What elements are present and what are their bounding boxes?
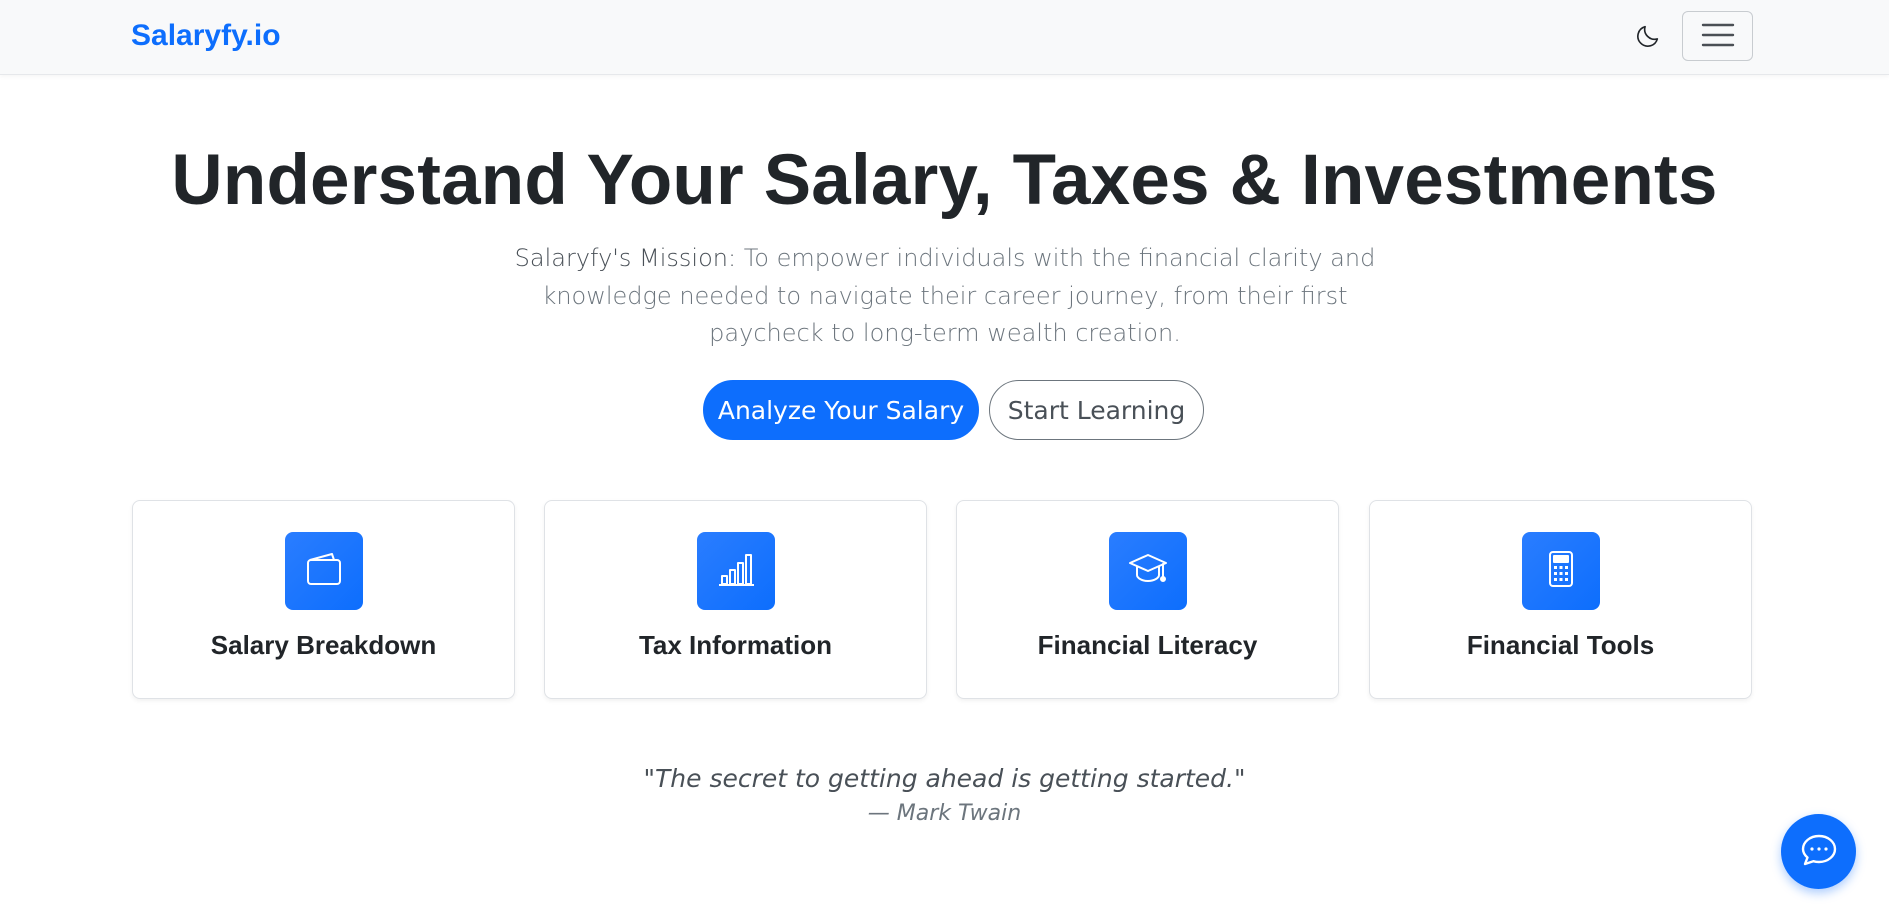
bar-chart-icon xyxy=(716,549,756,594)
mission-label: Salaryfy's Mission: xyxy=(514,244,737,272)
page: Salaryfy.io Understand Your Salary, Taxe… xyxy=(0,0,1889,908)
card-title: Salary Breakdown xyxy=(210,630,437,660)
quote-text: "The secret to getting ahead is getting … xyxy=(643,764,1246,793)
graduation-cap-icon xyxy=(1127,548,1169,595)
hamburger-menu-icon xyxy=(1701,21,1735,52)
card-icon-box xyxy=(285,532,363,610)
moon-icon xyxy=(1634,22,1662,53)
chat-bubble-icon xyxy=(1799,830,1839,873)
theme-toggle-button[interactable] xyxy=(1630,19,1666,55)
calculator-icon xyxy=(1541,549,1581,594)
card-icon-box xyxy=(1522,532,1600,610)
chat-button[interactable] xyxy=(1781,814,1856,889)
navbar: Salaryfy.io xyxy=(0,0,1889,75)
card-icon-box xyxy=(697,532,775,610)
card-icon-box xyxy=(1109,532,1187,610)
card-title: Tax Information xyxy=(638,630,833,660)
mission-statement: Salaryfy's Mission: To empower individua… xyxy=(500,240,1390,353)
card-salary-breakdown[interactable]: Salary Breakdown xyxy=(132,500,515,699)
start-learning-button[interactable]: Start Learning xyxy=(989,380,1204,440)
card-financial-tools[interactable]: Financial Tools xyxy=(1369,500,1752,699)
brand-logo[interactable]: Salaryfy.io xyxy=(131,16,281,56)
hero-title: Understand Your Salary, Taxes & Investme… xyxy=(171,141,1718,220)
wallet-icon xyxy=(304,549,344,594)
menu-toggle-button[interactable] xyxy=(1682,11,1753,61)
card-tax-information[interactable]: Tax Information xyxy=(544,500,927,699)
analyze-salary-button[interactable]: Analyze Your Salary xyxy=(703,380,979,440)
hero-actions: Analyze Your Salary Start Learning xyxy=(0,380,1889,440)
card-financial-literacy[interactable]: Financial Literacy xyxy=(956,500,1339,699)
quote-author: — Mark Twain xyxy=(867,801,1022,826)
card-title: Financial Literacy xyxy=(1037,630,1258,660)
card-title: Financial Tools xyxy=(1466,630,1655,660)
